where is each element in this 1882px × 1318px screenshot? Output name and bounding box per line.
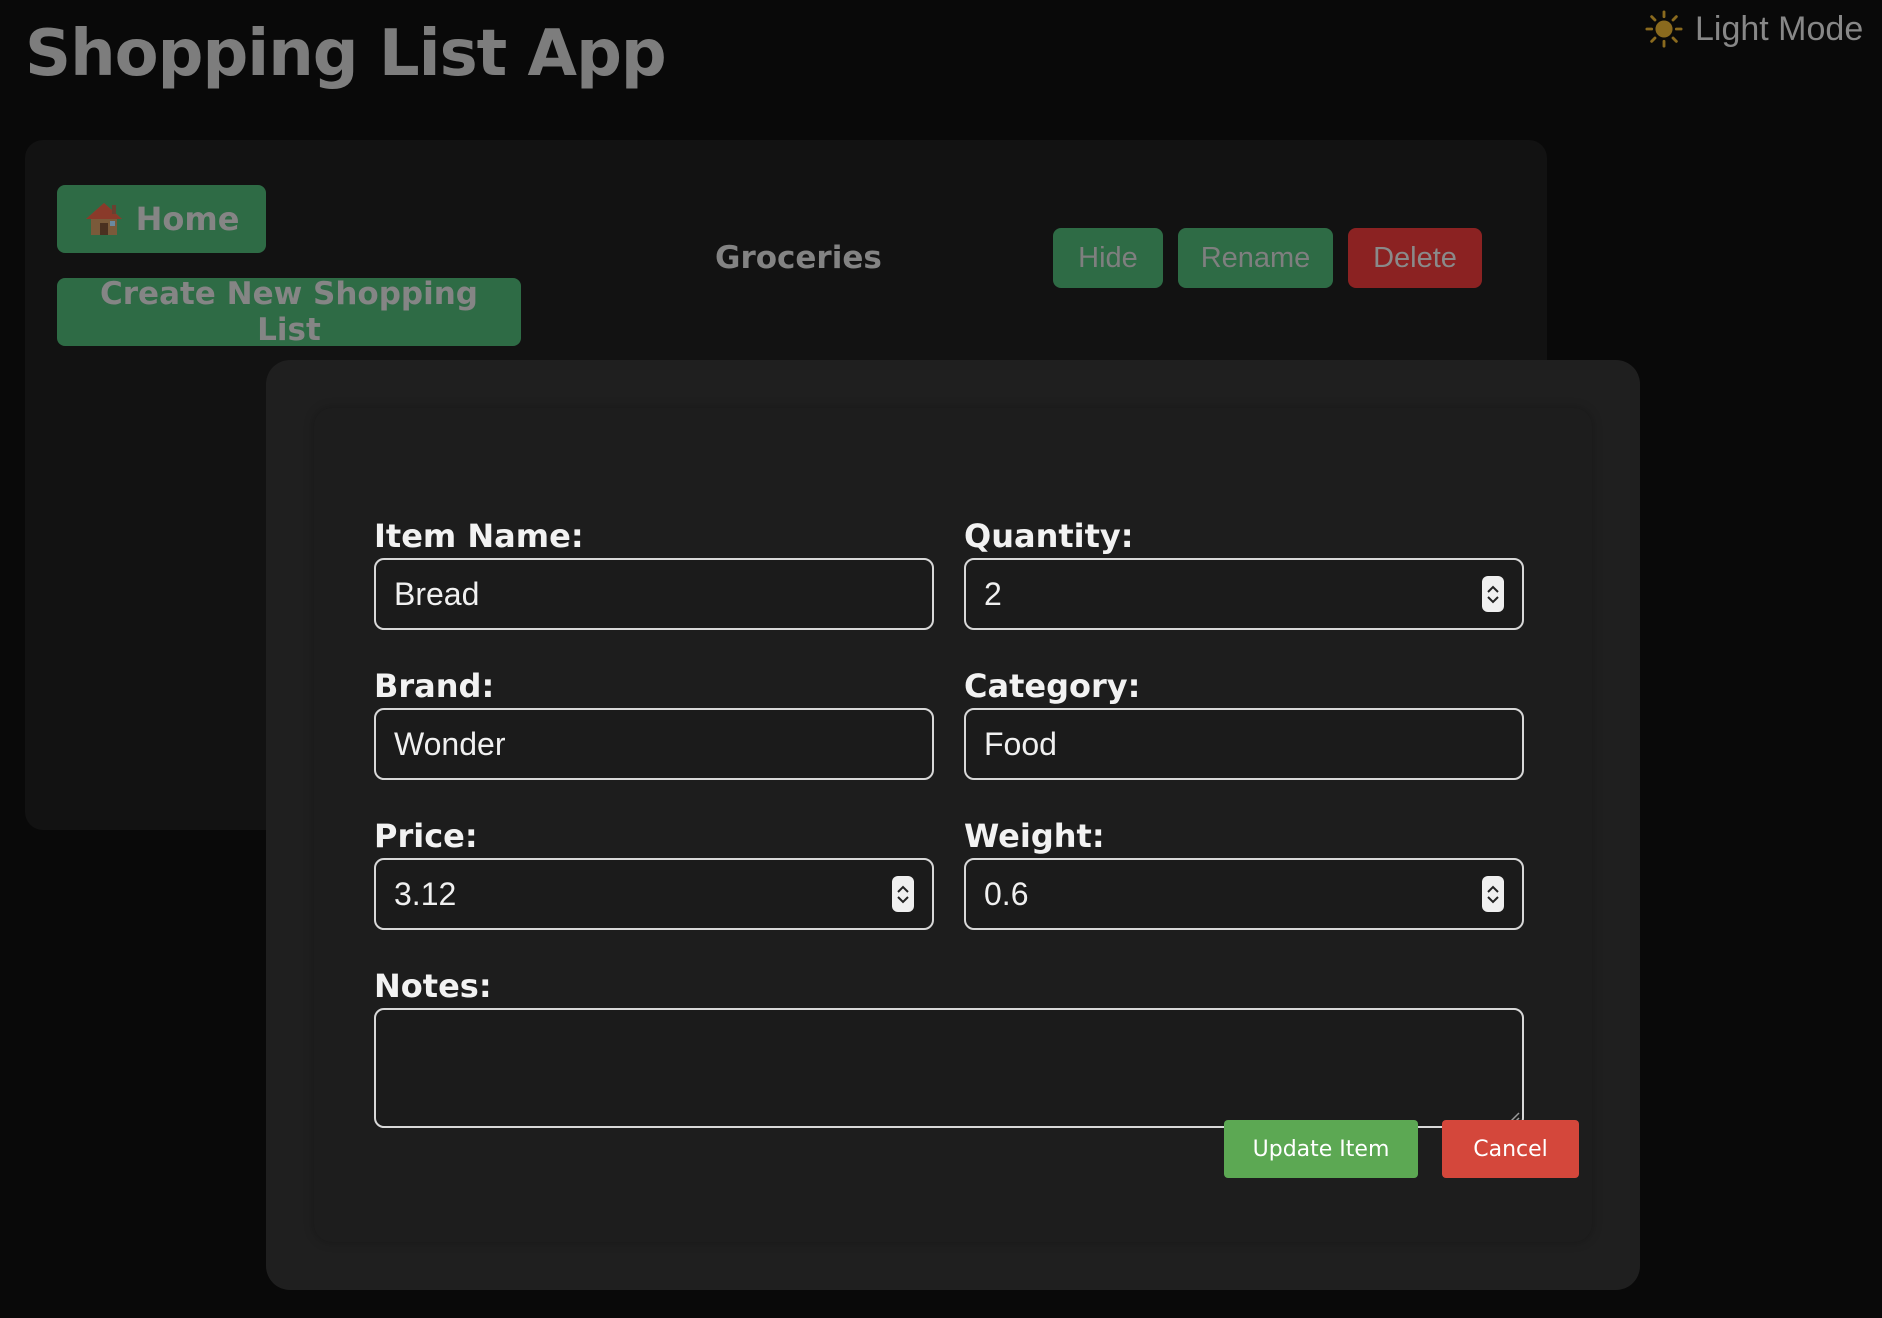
chevron-down-icon xyxy=(1487,895,1499,903)
price-stepper[interactable] xyxy=(892,876,914,912)
chevron-up-icon xyxy=(1487,585,1499,593)
item-name-label: Item Name: xyxy=(374,517,584,555)
price-label: Price: xyxy=(374,817,478,855)
category-value: Food xyxy=(984,725,1057,762)
theme-toggle-button[interactable]: Light Mode xyxy=(1645,8,1863,50)
sun-icon xyxy=(1645,10,1683,48)
notes-label: Notes: xyxy=(374,967,492,1005)
chevron-up-icon xyxy=(1487,885,1499,893)
brand-value: Wonder xyxy=(394,725,506,762)
chevron-down-icon xyxy=(897,895,909,903)
edit-item-form: Item Name: Bread Quantity: 2 Brand: Wond… xyxy=(314,408,1592,1242)
chevron-down-icon xyxy=(1487,595,1499,603)
weight-input[interactable]: 0.6 xyxy=(964,858,1524,930)
brand-label: Brand: xyxy=(374,667,495,705)
chevron-up-icon xyxy=(897,885,909,893)
quantity-stepper[interactable] xyxy=(1482,576,1504,612)
create-new-list-button[interactable]: Create New Shopping List xyxy=(57,276,521,348)
quantity-label: Quantity: xyxy=(964,517,1134,555)
app-title: Shopping List App xyxy=(25,17,667,91)
hide-list-button[interactable]: Hide xyxy=(1053,228,1163,288)
quantity-value: 2 xyxy=(984,575,1002,612)
category-label: Category: xyxy=(964,667,1141,705)
home-button-label: Home xyxy=(135,200,240,238)
rename-list-button[interactable]: Rename xyxy=(1178,228,1333,288)
category-input[interactable]: Food xyxy=(964,708,1524,780)
house-icon xyxy=(85,203,122,235)
cancel-button[interactable]: Cancel xyxy=(1442,1120,1579,1178)
home-button[interactable]: Home xyxy=(57,185,266,253)
delete-list-button[interactable]: Delete xyxy=(1348,228,1482,288)
item-name-input[interactable]: Bread xyxy=(374,558,934,630)
price-value: 3.12 xyxy=(394,875,457,912)
price-input[interactable]: 3.12 xyxy=(374,858,934,930)
edit-item-modal: Item Name: Bread Quantity: 2 Brand: Wond… xyxy=(266,360,1640,1290)
quantity-input[interactable]: 2 xyxy=(964,558,1524,630)
list-title: Groceries xyxy=(715,240,882,276)
notes-textarea[interactable] xyxy=(374,1008,1524,1128)
weight-label: Weight: xyxy=(964,817,1105,855)
item-name-value: Bread xyxy=(394,575,480,612)
weight-stepper[interactable] xyxy=(1482,876,1504,912)
update-item-button[interactable]: Update Item xyxy=(1224,1120,1418,1178)
weight-value: 0.6 xyxy=(984,875,1029,912)
brand-input[interactable]: Wonder xyxy=(374,708,934,780)
theme-toggle-label: Light Mode xyxy=(1695,9,1864,48)
